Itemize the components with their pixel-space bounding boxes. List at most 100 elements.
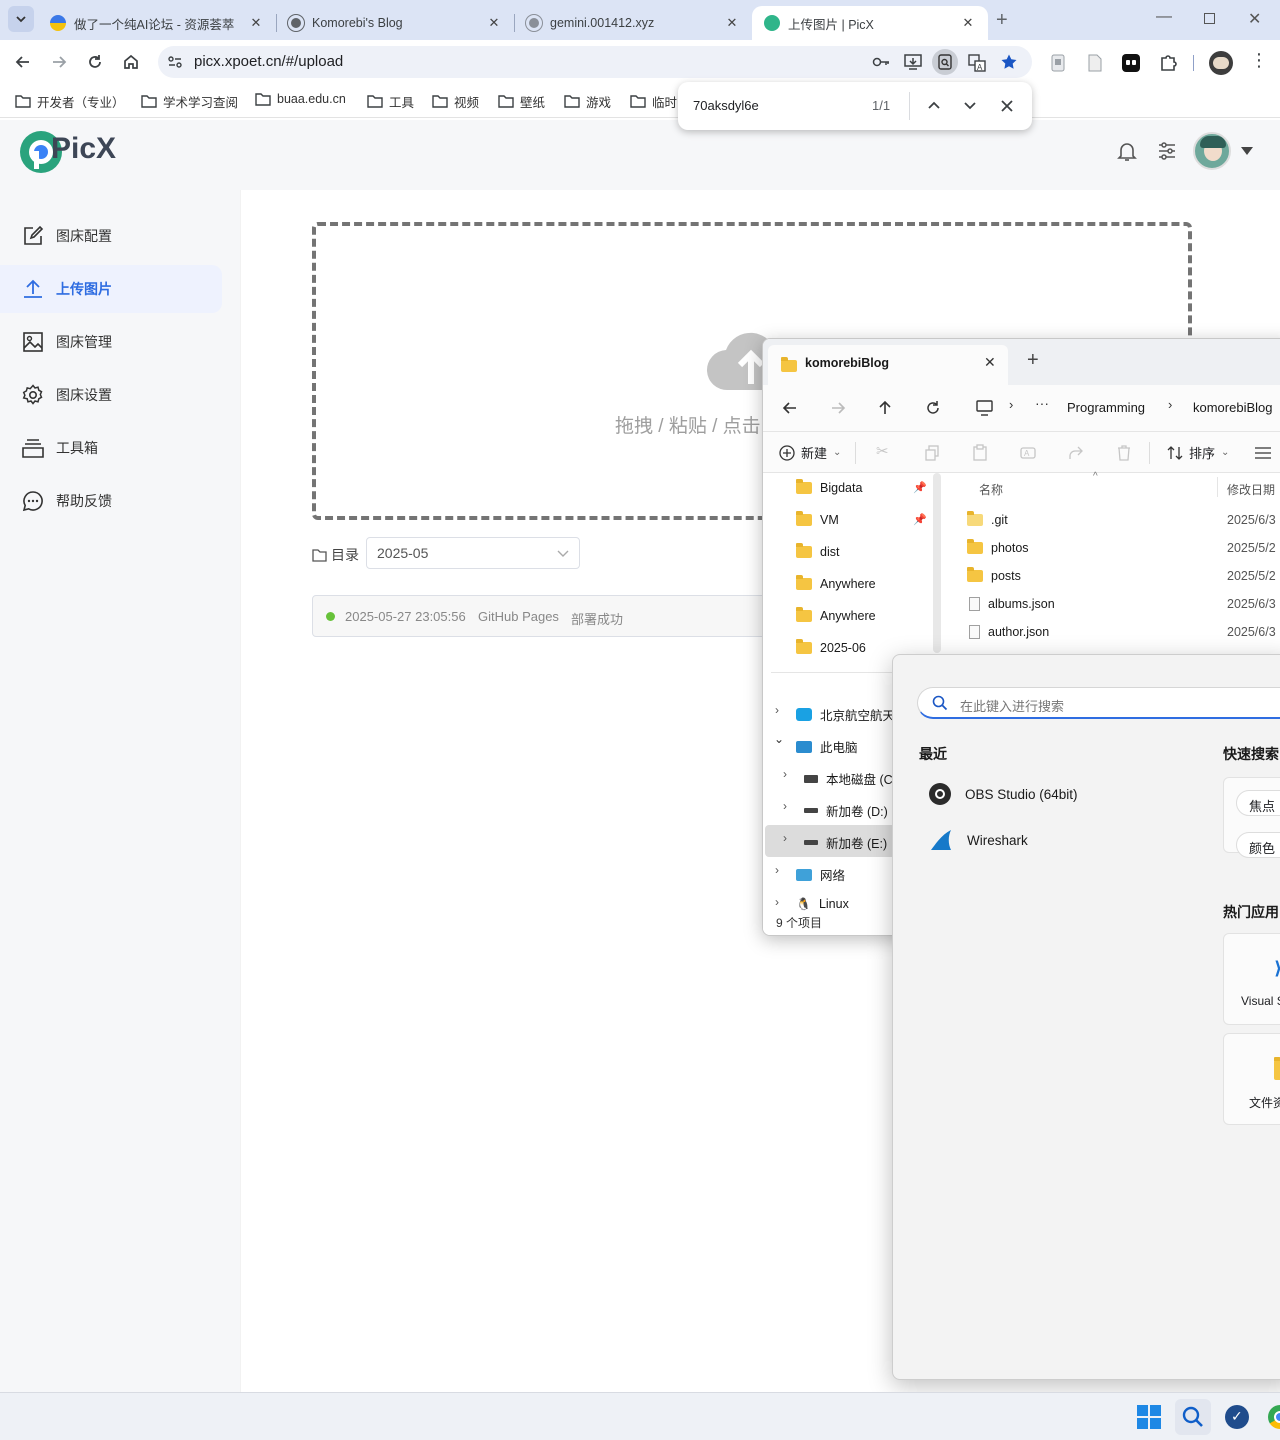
file-row[interactable]: photos	[967, 539, 1029, 555]
more-path-icon[interactable]: ···	[1035, 395, 1049, 411]
sort-button[interactable]: 排序 ⌄	[1167, 443, 1229, 462]
file-row[interactable]: author.json	[969, 625, 1049, 639]
key-icon[interactable]	[872, 55, 890, 69]
nav-item-image-settings[interactable]: 图床设置	[0, 371, 222, 419]
site-info-icon[interactable]	[167, 54, 183, 70]
nav-scrollbar[interactable]	[933, 473, 941, 653]
nav-quick-item[interactable]: VM	[796, 511, 839, 527]
chevron-down-icon[interactable]: ⌄	[774, 732, 784, 746]
new-button[interactable]: 新建 ⌄	[779, 443, 841, 462]
translate-icon[interactable]: A	[968, 54, 986, 72]
nav-tree-item[interactable]: 本地磁盘 (C:	[804, 769, 896, 788]
chrome-icon[interactable]	[1268, 1405, 1280, 1429]
bell-icon[interactable]	[1116, 140, 1138, 162]
chevron-down-icon[interactable]	[964, 101, 976, 111]
arrow-left-icon[interactable]	[782, 400, 798, 416]
browser-tab[interactable]: gemini.001412.xyz ✕	[514, 6, 752, 40]
share-icon[interactable]	[1068, 445, 1084, 461]
cut-icon[interactable]: ✂	[876, 442, 889, 460]
home-button[interactable]	[119, 50, 143, 74]
puzzle-extensions-icon[interactable]	[1158, 53, 1178, 73]
nav-item-toolbox[interactable]: 工具箱	[0, 424, 222, 472]
close-icon[interactable]	[1001, 100, 1013, 112]
copy-icon[interactable]	[924, 445, 940, 461]
document-icon[interactable]	[1087, 54, 1103, 72]
quick-search-chip[interactable]: 颜色	[1236, 832, 1280, 858]
close-icon[interactable]: ✕	[248, 15, 264, 31]
column-header-name[interactable]: 名称	[979, 481, 1003, 498]
close-icon[interactable]: ✕	[724, 15, 740, 31]
minimize-button[interactable]: —	[1156, 8, 1172, 26]
taskbar-app-icon[interactable]: ✓	[1225, 1405, 1249, 1429]
caret-down-icon[interactable]	[1240, 146, 1254, 156]
arrow-up-icon[interactable]	[877, 400, 893, 416]
install-app-icon[interactable]	[904, 54, 922, 70]
recent-app-item[interactable]: Wireshark	[929, 829, 1028, 851]
view-list-icon[interactable]	[1255, 447, 1271, 459]
bookmark-folder[interactable]: 学术学习查阅	[141, 92, 238, 111]
nav-quick-item[interactable]: Bigdata	[796, 479, 862, 495]
hot-app-card[interactable]: ⟩ Visual S	[1223, 933, 1280, 1025]
back-button[interactable]	[11, 50, 35, 74]
nav-item-image-bed-config[interactable]: 图床配置	[0, 212, 222, 260]
bookmark-folder[interactable]: buaa.edu.cn	[255, 92, 346, 106]
bookmark-folder[interactable]: 壁纸	[498, 92, 545, 111]
find-active-icon[interactable]	[932, 49, 958, 75]
window-close-button[interactable]: ✕	[1248, 9, 1261, 29]
chevron-right-icon[interactable]: ›	[775, 895, 779, 909]
directory-select[interactable]: 2025-05	[366, 537, 580, 569]
new-tab-button[interactable]: +	[996, 9, 1008, 32]
chevron-up-icon[interactable]	[928, 100, 940, 110]
windows-start-icon[interactable]	[1137, 1405, 1161, 1429]
delete-icon[interactable]	[1116, 444, 1132, 461]
new-tab-icon[interactable]: +	[1027, 349, 1039, 372]
file-row[interactable]: posts	[967, 567, 1021, 583]
maximize-button[interactable]	[1204, 13, 1215, 24]
windows-search-box[interactable]: 在此键入进行搜索	[917, 687, 1280, 719]
forward-button[interactable]	[47, 50, 71, 74]
reload-button[interactable]	[83, 50, 107, 74]
settings-sliders-icon[interactable]	[1156, 140, 1178, 162]
tab-search-button[interactable]	[8, 6, 34, 32]
extension-dark-icon[interactable]	[1122, 54, 1140, 72]
explorer-tab[interactable]: komorebiBlog ✕	[768, 345, 1008, 385]
quick-search-chip[interactable]: 焦点	[1236, 790, 1280, 816]
file-row[interactable]: .git	[967, 511, 1008, 527]
browser-menu-button[interactable]: ⋮	[1250, 51, 1268, 69]
close-icon[interactable]: ✕	[486, 15, 502, 31]
bookmark-folder[interactable]: 视频	[432, 92, 479, 111]
url-text[interactable]: picx.xpoet.cn/#/upload	[194, 53, 343, 70]
bookmark-folder[interactable]: 开发者（专业）	[15, 92, 125, 111]
nav-quick-item[interactable]: dist	[796, 543, 839, 559]
arrow-right-icon[interactable]	[830, 400, 846, 416]
profile-avatar[interactable]	[1209, 51, 1233, 75]
nav-tree-item[interactable]: 新加卷 (D:)	[804, 801, 888, 820]
bookmark-star-icon[interactable]	[1000, 53, 1018, 71]
chevron-right-icon[interactable]: ›	[783, 799, 787, 813]
taskbar-search-button[interactable]	[1175, 1399, 1211, 1435]
bookmark-folder[interactable]: 工具	[367, 92, 414, 111]
browser-tab-active[interactable]: 上传图片 | PicX ✕	[752, 6, 988, 40]
nav-item-feedback[interactable]: 帮助反馈	[0, 477, 222, 525]
close-icon[interactable]: ✕	[984, 354, 996, 371]
nav-tree-item[interactable]: 此电脑	[796, 737, 858, 756]
nav-tree-item[interactable]: 🐧 Linux	[796, 897, 849, 911]
close-icon[interactable]: ✕	[960, 15, 976, 31]
file-row[interactable]: albums.json	[969, 597, 1055, 611]
find-input[interactable]: 70aksdyl6e	[693, 98, 759, 113]
browser-tab[interactable]: Komorebi's Blog ✕	[276, 6, 514, 40]
nav-tree-item[interactable]: 网络	[796, 865, 845, 884]
refresh-icon[interactable]	[925, 400, 941, 416]
bookmark-folder[interactable]: 临时	[630, 92, 677, 111]
browser-tab[interactable]: 做了一个纯AI论坛 - 资源荟萃 ✕	[38, 6, 276, 40]
chevron-right-icon[interactable]: ›	[775, 863, 779, 877]
chevron-right-icon[interactable]: ›	[783, 767, 787, 781]
paste-icon[interactable]	[972, 444, 988, 461]
bookmark-folder[interactable]: 游戏	[564, 92, 611, 111]
nav-quick-item[interactable]: Anywhere	[796, 607, 876, 623]
breadcrumb-item[interactable]: Programming	[1067, 400, 1145, 415]
address-bar[interactable]: picx.xpoet.cn/#/upload A	[158, 46, 1032, 78]
chevron-right-icon[interactable]: ›	[783, 831, 787, 845]
breadcrumb-item[interactable]: komorebiBlog	[1193, 400, 1273, 415]
rename-icon[interactable]: A	[1020, 445, 1036, 461]
